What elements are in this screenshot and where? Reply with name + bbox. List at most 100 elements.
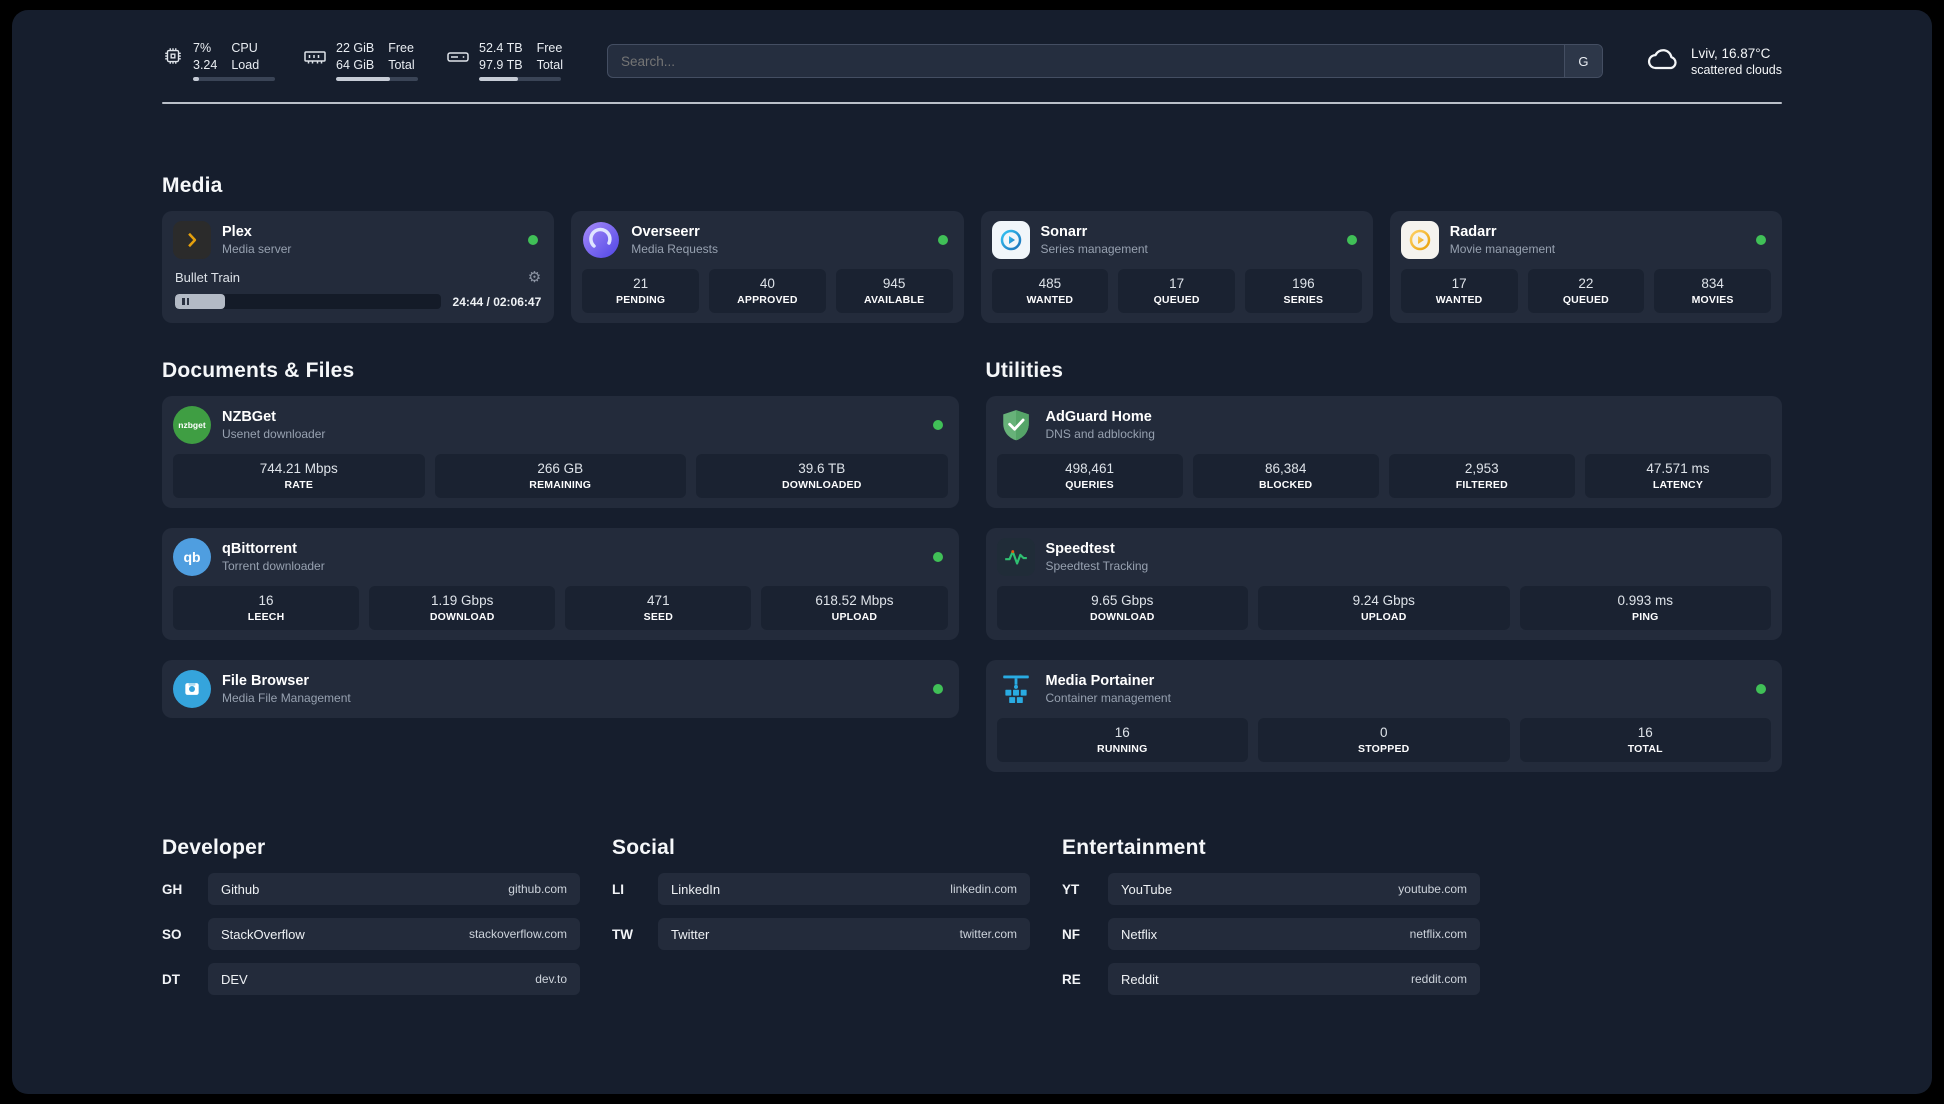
cpu-icon	[162, 45, 184, 67]
section-social: Social LI LinkedIn linkedin.com TW Twitte…	[612, 836, 1030, 995]
weather-condition: scattered clouds	[1690, 62, 1782, 77]
app-subtitle: Torrent downloader	[222, 559, 325, 573]
app-name: NZBGet	[222, 409, 276, 425]
ram-total-value: 64 GiB	[336, 57, 375, 72]
bookmark-dev[interactable]: DEV dev.to	[208, 963, 580, 995]
search-input[interactable]	[607, 53, 1564, 69]
disk-icon	[446, 45, 470, 69]
stat-tile: 196 SERIES	[1245, 269, 1362, 313]
system-monitors: 7% 3.24 CPU Load 22 GiB 64 GiB Free Tota…	[162, 40, 563, 82]
search-engine-button[interactable]: G	[1563, 45, 1602, 77]
stat-tile: 17 WANTED	[1400, 269, 1518, 313]
disk-total-value: 97.9 TB	[479, 57, 523, 72]
app-name: Sonarr	[1040, 224, 1088, 240]
bookmark-reddit[interactable]: Reddit reddit.com	[1108, 963, 1480, 995]
stat-tile: 266 GB REMAINING	[434, 454, 686, 498]
stat-tile: 0 STOPPED	[1258, 718, 1510, 762]
bookmark-row: SO StackOverflow stackoverflow.com	[162, 918, 580, 950]
cloud-icon	[1645, 41, 1681, 82]
app-name: Overseerr	[631, 224, 700, 240]
bookmark-abbr: LI	[612, 881, 624, 897]
pause-icon[interactable]	[175, 294, 226, 309]
bookmark-youtube[interactable]: YouTube youtube.com	[1108, 873, 1480, 905]
app-card-sonarr[interactable]: Sonarr Series management 485 WANTED 17 QUE…	[980, 211, 1373, 323]
section-title-utilities: Utilities	[985, 359, 1064, 382]
app-card-overseerr[interactable]: Overseerr Media Requests 21 PENDING 40 APP…	[571, 211, 964, 323]
app-name: Media Portainer	[1045, 673, 1155, 689]
disk-total-label: Total	[536, 57, 563, 72]
playback-progress-bar[interactable]	[175, 294, 441, 309]
dashboard: 7% 3.24 CPU Load 22 GiB 64 GiB Free Tota…	[12, 10, 1932, 1094]
weather-location: Lviv, 16.87°C	[1690, 45, 1771, 61]
status-dot	[1346, 235, 1357, 245]
app-subtitle: Usenet downloader	[222, 427, 326, 441]
app-name: Speedtest	[1045, 541, 1115, 557]
bookmark-row: RE Reddit reddit.com	[1062, 963, 1480, 995]
bookmark-row: LI LinkedIn linkedin.com	[612, 873, 1030, 905]
bookmark-github[interactable]: Github github.com	[208, 873, 580, 905]
status-dot	[528, 235, 539, 245]
bookmark-linkedin[interactable]: LinkedIn linkedin.com	[658, 873, 1030, 905]
app-card-radarr[interactable]: Radarr Movie management 17 WANTED 22 QUEUE…	[1389, 211, 1782, 323]
section-media: Media Plex Media server Bullet Train ⚙ 2…	[162, 174, 1782, 323]
stat-tile: 47.571 ms LATENCY	[1584, 454, 1771, 498]
bookmark-row: NF Netflix netflix.com	[1062, 918, 1480, 950]
stat-tile: 744.21 Mbps RATE	[173, 454, 425, 498]
bookmark-stackoverflow[interactable]: StackOverflow stackoverflow.com	[208, 918, 580, 950]
app-subtitle: Container management	[1045, 691, 1171, 705]
disk-usage-bar	[479, 77, 561, 82]
stat-tile: 17 QUEUED	[1118, 269, 1235, 313]
stat-tile: 471 SEED	[565, 586, 752, 630]
app-card-plex[interactable]: Plex Media server Bullet Train ⚙ 24:44 /…	[162, 211, 555, 323]
status-dot	[932, 552, 943, 562]
ram-free-value: 22 GiB	[336, 40, 375, 55]
now-playing-title: Bullet Train	[175, 269, 241, 285]
portainer-icon	[997, 670, 1035, 708]
app-card-filebrowser[interactable]: File Browser Media File Management	[162, 660, 959, 718]
cpu-label: CPU	[231, 40, 258, 55]
status-dot	[932, 684, 943, 694]
ram-monitor: 22 GiB 64 GiB Free Total	[303, 40, 418, 82]
stat-tile: 485 WANTED	[991, 269, 1109, 313]
section-developer: Developer GH Github github.com SO StackOv…	[162, 836, 580, 995]
stat-tile: 21 PENDING	[582, 269, 699, 313]
radarr-icon	[1400, 221, 1439, 259]
stat-tile: 498,461 QUERIES	[996, 454, 1183, 498]
cpu-load-value: 3.24	[193, 57, 218, 72]
bookmark-netflix[interactable]: Netflix netflix.com	[1108, 918, 1480, 950]
app-card-nzbget[interactable]: nzbget NZBGet Usenet downloader 744.21 M…	[162, 396, 959, 508]
plex-icon	[173, 221, 211, 259]
app-card-adguard[interactable]: AdGuard Home DNS and adblocking 498,461 Q…	[985, 396, 1782, 508]
bookmark-abbr: RE	[1062, 971, 1081, 987]
stat-tile: 9.65 Gbps DOWNLOAD	[996, 586, 1248, 630]
ram-total-label: Total	[388, 57, 415, 72]
section-title-developer: Developer	[162, 836, 266, 859]
cpu-monitor: 7% 3.24 CPU Load	[162, 40, 275, 82]
app-card-portainer[interactable]: Media Portainer Container management 16 R…	[985, 660, 1782, 772]
app-card-speedtest[interactable]: Speedtest Speedtest Tracking 9.65 Gbps DO…	[985, 528, 1782, 640]
stat-tile: 1.19 Gbps DOWNLOAD	[369, 586, 556, 630]
app-card-qbittorrent[interactable]: qb qBittorrent Torrent downloader 16 LEEC…	[162, 528, 959, 640]
stat-tile: 9.24 Gbps UPLOAD	[1258, 586, 1510, 630]
stat-tile: 16 TOTAL	[1519, 718, 1771, 762]
bookmark-abbr: YT	[1062, 881, 1080, 897]
stat-tile: 945 AVAILABLE	[835, 269, 953, 313]
stat-tile: 22 QUEUED	[1527, 269, 1645, 313]
ram-free-label: Free	[388, 40, 414, 55]
bookmark-twitter[interactable]: Twitter twitter.com	[658, 918, 1030, 950]
bookmark-row: GH Github github.com	[162, 873, 580, 905]
bookmark-row: DT DEV dev.to	[162, 963, 580, 995]
section-utilities: Utilities AdGuard Home DNS and adblockin…	[985, 359, 1782, 772]
bookmark-abbr: GH	[162, 881, 183, 897]
cpu-usage-bar	[193, 77, 275, 82]
playback-time: 24:44 / 02:06:47	[452, 294, 542, 309]
bookmark-row: TW Twitter twitter.com	[612, 918, 1030, 950]
stat-tile: 16 RUNNING	[996, 718, 1248, 762]
stat-tile: 618.52 Mbps UPLOAD	[761, 586, 948, 630]
bookmark-abbr: TW	[612, 926, 633, 942]
settings-gear-icon[interactable]: ⚙	[528, 268, 541, 286]
search-bar: G	[606, 44, 1603, 78]
app-name: qBittorrent	[222, 541, 297, 557]
app-subtitle: Movie management	[1449, 242, 1556, 256]
stat-tile: 0.993 ms PING	[1519, 586, 1771, 630]
